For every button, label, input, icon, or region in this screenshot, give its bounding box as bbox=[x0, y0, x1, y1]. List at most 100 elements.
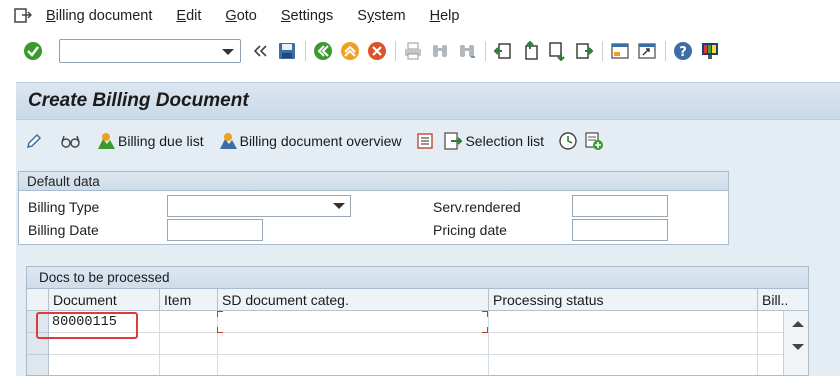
billing-date-field[interactable] bbox=[167, 219, 263, 241]
svg-text:?: ? bbox=[679, 45, 687, 60]
row-selector-column bbox=[27, 311, 49, 375]
display-button[interactable] bbox=[60, 131, 82, 151]
command-field[interactable] bbox=[59, 39, 241, 63]
collapse-command-icon[interactable] bbox=[249, 40, 271, 62]
scroll-up-icon[interactable] bbox=[792, 321, 804, 327]
back-icon[interactable] bbox=[312, 40, 334, 62]
toolbar-separator bbox=[485, 41, 486, 61]
last-page-icon[interactable] bbox=[573, 40, 595, 62]
serv-rendered-field[interactable] bbox=[572, 195, 668, 217]
column-header-bill[interactable]: Bill... bbox=[758, 289, 787, 311]
processing-status-cell[interactable] bbox=[489, 355, 758, 375]
new-session-icon[interactable] bbox=[609, 40, 631, 62]
billing-doc-overview-button[interactable]: Billing document overview bbox=[218, 131, 402, 151]
page-title: Create Billing Document bbox=[28, 90, 249, 111]
find-icon[interactable] bbox=[429, 40, 451, 62]
prev-page-icon[interactable] bbox=[519, 40, 541, 62]
column-header-sd-categ[interactable]: SD document categ. bbox=[218, 289, 489, 311]
edit-button[interactable] bbox=[24, 131, 46, 151]
bill-cell[interactable] bbox=[758, 333, 783, 355]
select-all-cell[interactable] bbox=[27, 289, 49, 311]
toolbar-separator bbox=[395, 41, 396, 61]
item-cell[interactable] bbox=[160, 355, 218, 375]
document-cell[interactable] bbox=[49, 333, 160, 355]
cancel-icon[interactable] bbox=[366, 40, 388, 62]
document-cell[interactable]: 80000115 bbox=[49, 311, 160, 333]
scroll-down-icon[interactable] bbox=[792, 344, 804, 350]
pricing-date-label: Pricing date bbox=[433, 222, 507, 238]
enter-icon[interactable] bbox=[22, 40, 44, 62]
sd-categ-cell[interactable] bbox=[217, 311, 489, 333]
print-icon[interactable] bbox=[402, 40, 424, 62]
billing-due-list-label: Billing due list bbox=[118, 133, 204, 149]
add-entry-button[interactable] bbox=[584, 131, 606, 151]
toolbar-separator bbox=[602, 41, 603, 61]
shortcut-icon[interactable] bbox=[636, 40, 658, 62]
menu-goto[interactable]: Goto bbox=[225, 8, 256, 24]
column-header-item[interactable]: Item bbox=[160, 289, 218, 311]
toolbar-separator bbox=[305, 41, 306, 61]
menu-help[interactable]: Help bbox=[430, 8, 460, 24]
pricing-date-field[interactable] bbox=[572, 219, 668, 241]
column-header-row: Document Item SD document categ. Process… bbox=[27, 289, 808, 331]
processing-status-cell[interactable] bbox=[489, 333, 758, 355]
sd-categ-cell[interactable] bbox=[218, 355, 489, 375]
pencil-icon bbox=[24, 131, 44, 151]
serv-rendered-label: Serv.rendered bbox=[433, 199, 521, 215]
billing-type-label: Billing Type bbox=[28, 199, 100, 215]
item-cell[interactable] bbox=[160, 333, 218, 355]
clock-execute-icon bbox=[558, 131, 578, 151]
bill-cell[interactable] bbox=[758, 355, 783, 375]
document-cell[interactable] bbox=[49, 355, 160, 375]
table-row: 80000115 bbox=[49, 311, 783, 333]
menu-billing-document[interactable]: Billing document bbox=[46, 8, 152, 24]
selection-list-icon bbox=[443, 131, 463, 151]
required-corner bbox=[217, 311, 223, 317]
column-header-document[interactable]: Document bbox=[49, 289, 160, 311]
bill-cell[interactable] bbox=[758, 311, 783, 333]
required-corner bbox=[482, 311, 488, 317]
chevron-down-icon[interactable] bbox=[222, 49, 234, 55]
next-page-icon[interactable] bbox=[546, 40, 568, 62]
add-list-icon bbox=[584, 131, 604, 151]
menu-system[interactable]: System bbox=[357, 8, 405, 24]
column-header-processing-status[interactable]: Processing status bbox=[489, 289, 758, 311]
billing-overview-icon bbox=[218, 131, 238, 151]
table-row bbox=[49, 355, 783, 375]
exit-menu-icon[interactable] bbox=[10, 5, 36, 27]
row-selector[interactable] bbox=[27, 333, 48, 355]
first-page-icon[interactable] bbox=[492, 40, 514, 62]
docs-table-header: Docs to be processed bbox=[27, 267, 808, 289]
menu-settings[interactable]: Settings bbox=[281, 8, 333, 24]
billing-type-field[interactable] bbox=[167, 195, 351, 217]
exit-icon[interactable] bbox=[339, 40, 361, 62]
command-input[interactable] bbox=[60, 40, 220, 62]
save-icon[interactable] bbox=[276, 40, 298, 62]
table-row bbox=[49, 333, 783, 355]
row-selector[interactable] bbox=[27, 355, 48, 375]
menu-bar: Billing document Edit Goto Settings Syst… bbox=[0, 0, 840, 32]
processing-status-cell[interactable] bbox=[489, 311, 758, 333]
glasses-icon bbox=[60, 131, 80, 151]
help-icon[interactable]: ? bbox=[672, 40, 694, 62]
list-icon bbox=[415, 131, 435, 151]
list-options-button[interactable] bbox=[415, 131, 437, 151]
sd-categ-cell[interactable] bbox=[218, 333, 489, 355]
execute-background-button[interactable] bbox=[558, 131, 580, 151]
selection-list-label: Selection list bbox=[465, 133, 545, 149]
title-bar: Create Billing Document bbox=[16, 82, 840, 120]
billing-doc-overview-label: Billing document overview bbox=[239, 133, 402, 149]
item-cell[interactable] bbox=[160, 311, 218, 333]
chevron-down-icon[interactable] bbox=[333, 203, 345, 209]
default-data-header: Default data bbox=[19, 172, 728, 191]
toolbar-separator bbox=[665, 41, 666, 61]
vertical-scrollbar[interactable] bbox=[783, 311, 808, 375]
billing-due-list-button[interactable]: Billing due list bbox=[96, 131, 204, 151]
application-toolbar: Billing due list Billing document overvi… bbox=[16, 120, 840, 162]
menu-edit[interactable]: Edit bbox=[176, 8, 201, 24]
selection-list-button[interactable]: Selection list bbox=[443, 131, 544, 151]
docs-to-be-processed-table: Docs to be processed Document Item SD do… bbox=[26, 266, 809, 376]
customize-layout-icon[interactable] bbox=[699, 40, 721, 62]
row-selector[interactable] bbox=[27, 311, 48, 333]
find-next-icon[interactable] bbox=[456, 40, 478, 62]
